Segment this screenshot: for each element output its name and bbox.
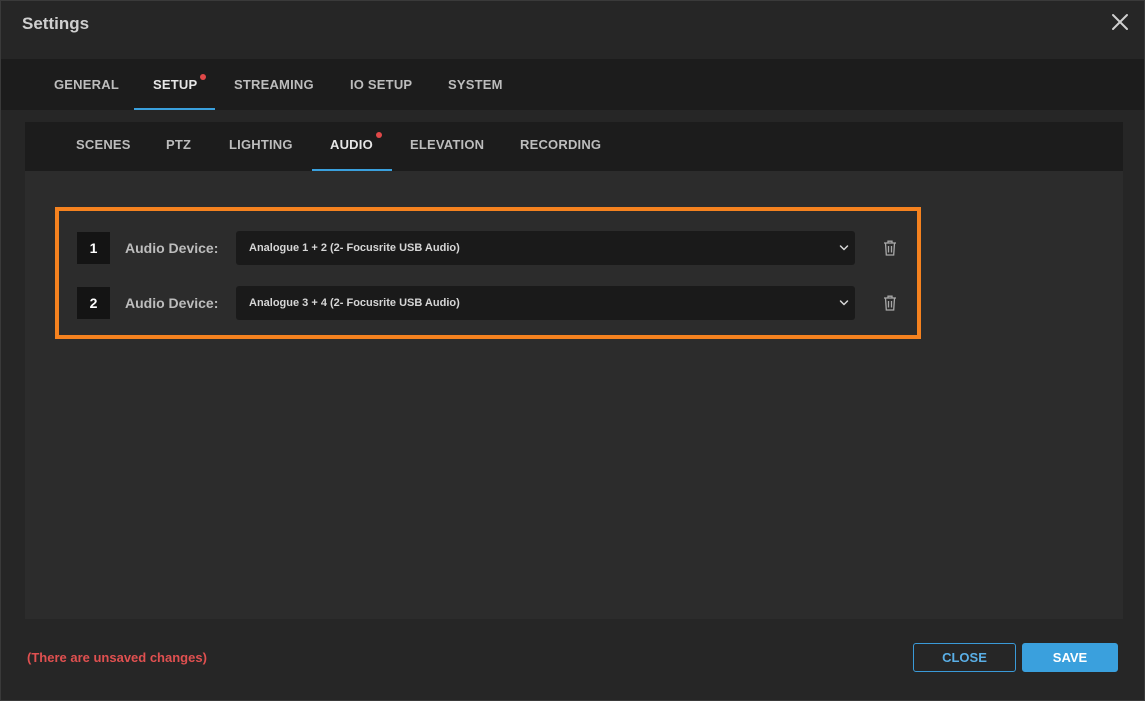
audio-device-select[interactable]: Analogue 3 + 4 (2- Focusrite USB Audio) [236, 286, 855, 320]
subtab-label: SCENES [76, 137, 131, 152]
subtab-audio[interactable]: AUDIO [330, 122, 373, 171]
chevron-down-icon [839, 298, 849, 308]
tab-label: IO SETUP [350, 77, 413, 92]
audio-device-label: Audio Device: [125, 240, 219, 256]
settings-dialog: Settings GENERAL SETUP STREAMING IO SETU… [0, 0, 1145, 701]
subtab-ptz[interactable]: PTZ [166, 122, 191, 171]
audio-device-row: 2 Audio Device: Analogue 3 + 4 (2- Focus… [77, 286, 917, 320]
subtab-label: LIGHTING [229, 137, 293, 152]
trash-icon[interactable] [882, 239, 898, 257]
main-tab-bar: GENERAL SETUP STREAMING IO SETUP SYSTEM [1, 59, 1144, 110]
subtab-scenes[interactable]: SCENES [76, 122, 131, 171]
dialog-title: Settings [22, 14, 90, 33]
tab-io-setup[interactable]: IO SETUP [350, 59, 412, 110]
active-subtab-indicator [312, 169, 392, 171]
tab-general[interactable]: GENERAL [54, 59, 119, 110]
audio-devices-highlight: 1 Audio Device: Analogue 1 + 2 (2- Focus… [55, 207, 921, 339]
tab-label: SYSTEM [448, 77, 503, 92]
subtab-elevation[interactable]: ELEVATION [410, 122, 484, 171]
tab-setup[interactable]: SETUP [153, 59, 197, 110]
subtab-recording[interactable]: RECORDING [520, 122, 601, 171]
audio-device-row: 1 Audio Device: Analogue 1 + 2 (2- Focus… [77, 231, 917, 265]
tab-label: STREAMING [234, 77, 314, 92]
save-button[interactable]: SAVE [1022, 643, 1118, 672]
title-bar: Settings [1, 1, 1144, 48]
subtab-label: AUDIO [330, 137, 373, 152]
row-number: 2 [77, 287, 110, 319]
tab-label: GENERAL [54, 77, 119, 92]
tab-streaming[interactable]: STREAMING [234, 59, 314, 110]
active-tab-indicator [134, 108, 215, 110]
trash-icon[interactable] [882, 294, 898, 312]
unsaved-changes-notice: (There are unsaved changes) [27, 650, 207, 665]
close-button[interactable]: CLOSE [913, 643, 1016, 672]
row-number: 1 [77, 232, 110, 264]
tab-system[interactable]: SYSTEM [448, 59, 503, 110]
sub-tab-bar: SCENES PTZ LIGHTING AUDIO ELEVATION RECO… [25, 122, 1123, 171]
notification-dot [200, 74, 206, 80]
tab-label: SETUP [153, 77, 198, 92]
subtab-label: RECORDING [520, 137, 602, 152]
audio-device-label: Audio Device: [125, 295, 219, 311]
setup-panel: SCENES PTZ LIGHTING AUDIO ELEVATION RECO… [25, 122, 1123, 619]
subtab-label: ELEVATION [410, 137, 485, 152]
subtab-label: PTZ [166, 137, 192, 152]
chevron-down-icon [839, 243, 849, 253]
close-icon[interactable] [1110, 12, 1130, 32]
select-value: Analogue 3 + 4 (2- Focusrite USB Audio) [249, 297, 460, 309]
select-value: Analogue 1 + 2 (2- Focusrite USB Audio) [249, 242, 460, 254]
subtab-lighting[interactable]: LIGHTING [229, 122, 293, 171]
audio-device-select[interactable]: Analogue 1 + 2 (2- Focusrite USB Audio) [236, 231, 855, 265]
notification-dot [376, 132, 382, 138]
